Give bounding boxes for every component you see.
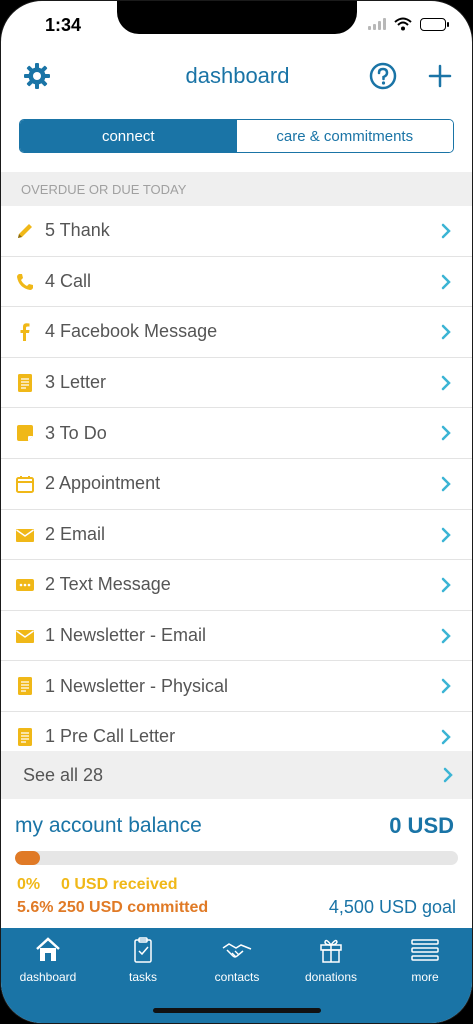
segmented-control: connect care & commitments <box>19 119 454 153</box>
list-item[interactable]: 2 Email <box>1 510 472 561</box>
committed-text: 5.6% 250 USD committed <box>17 899 209 916</box>
notch <box>117 1 357 34</box>
chevron-right-icon <box>443 767 453 783</box>
tab-label: contacts <box>214 970 260 984</box>
tab-tasks[interactable]: tasks <box>96 936 190 984</box>
phone-icon <box>15 272 35 292</box>
pencil-icon <box>15 221 35 241</box>
section-header: OVERDUE OR DUE TODAY <box>1 172 472 206</box>
envelope-icon <box>15 626 35 646</box>
received-line: 0% 0 USD received <box>17 876 178 894</box>
add-icon[interactable] <box>425 61 455 91</box>
tab-label: dashboard <box>19 970 77 984</box>
list-item-label: 2 Text Message <box>45 574 171 595</box>
list-item-label: 2 Email <box>45 523 106 544</box>
list-item[interactable]: 3 Letter <box>1 358 472 409</box>
chevron-right-icon <box>441 577 451 593</box>
chevron-right-icon <box>441 729 451 745</box>
task-list: 5 Thank 4 Call 4 Facebook Message 3 Lett… <box>1 206 472 751</box>
tab-donations[interactable]: donations <box>284 936 378 984</box>
list-item[interactable]: 1 Newsletter - Physical <box>1 661 472 712</box>
letter-icon <box>15 727 35 747</box>
list-item-label: 1 Newsletter - Physical <box>45 675 229 696</box>
balance-title: my account balance <box>15 814 202 837</box>
battery-icon <box>420 17 449 31</box>
received-percent: 0% <box>17 876 41 893</box>
tab-contacts[interactable]: contacts <box>190 936 284 984</box>
list-item[interactable]: 2 Text Message <box>1 560 472 611</box>
menu-icon <box>411 939 439 961</box>
list-item-label: 3 Letter <box>45 372 107 393</box>
home-icon <box>36 937 60 961</box>
chevron-right-icon <box>441 324 451 340</box>
chevron-right-icon <box>441 679 451 694</box>
tab-label: more <box>411 970 439 984</box>
see-all-row[interactable]: See all 28 <box>1 751 472 799</box>
chat-bubble-icon <box>15 575 35 595</box>
home-indicator <box>153 1008 321 1013</box>
signal-icon <box>368 18 386 30</box>
list-item-label: 4 Call <box>45 270 92 291</box>
list-item-label: 3 To Do <box>45 422 107 443</box>
list-item[interactable]: 1 Newsletter - Email <box>1 611 472 662</box>
goal-text: 4,500 USD goal <box>328 897 456 917</box>
balance-amount: 0 USD <box>389 813 454 838</box>
page-title: dashboard <box>185 63 290 88</box>
list-item-label: 5 Thank <box>45 220 110 241</box>
list-item[interactable]: 4 Facebook Message <box>1 307 472 358</box>
tab-label: donations <box>304 970 358 984</box>
list-item-label: 2 Appointment <box>45 473 161 494</box>
help-icon[interactable] <box>369 62 397 90</box>
chevron-right-icon <box>441 223 451 239</box>
see-all-label: See all 28 <box>23 764 104 785</box>
letter-icon <box>15 676 35 696</box>
received-text: 0 USD received <box>61 876 178 893</box>
list-item-label: 1 Newsletter - Email <box>45 625 207 646</box>
status-time: 1:34 <box>45 15 82 35</box>
list-item-label: 4 Facebook Message <box>45 321 218 342</box>
tab-more[interactable]: more <box>378 936 472 984</box>
envelope-icon <box>15 525 35 545</box>
list-item[interactable]: 5 Thank <box>1 206 472 257</box>
nav-header: dashboard <box>1 51 472 101</box>
chevron-right-icon <box>441 274 451 289</box>
handshake-icon <box>222 943 252 958</box>
tab-label: tasks <box>128 970 157 984</box>
list-item-label: 1 Pre Call Letter <box>45 726 176 747</box>
letter-icon <box>15 373 35 393</box>
wifi-icon <box>394 17 412 31</box>
tab-dashboard[interactable]: dashboard <box>1 936 95 984</box>
calendar-icon <box>15 474 35 494</box>
list-item[interactable]: 4 Call <box>1 257 472 308</box>
chevron-right-icon <box>441 476 451 492</box>
phone-screen: 1:34 dashboard connect care & commitment… <box>0 0 473 1024</box>
balance-progress-bar <box>15 851 458 865</box>
gift-icon <box>320 939 342 963</box>
list-item[interactable]: 1 Pre Call Letter <box>1 712 472 751</box>
chevron-right-icon <box>441 426 451 441</box>
chevron-right-icon <box>441 375 451 391</box>
chevron-right-icon <box>441 628 451 643</box>
sticky-note-icon <box>15 423 35 443</box>
chevron-right-icon <box>441 527 451 542</box>
clipboard-icon <box>134 937 152 963</box>
facebook-icon <box>15 322 35 342</box>
system-icons <box>368 17 449 31</box>
tab-connect[interactable]: connect <box>20 120 237 152</box>
committed-progress-fill <box>15 851 40 865</box>
status-bar: 1:34 <box>1 1 472 51</box>
list-item[interactable]: 2 Appointment <box>1 459 472 510</box>
list-item[interactable]: 3 To Do <box>1 408 472 459</box>
tab-care-commitments[interactable]: care & commitments <box>236 120 453 152</box>
